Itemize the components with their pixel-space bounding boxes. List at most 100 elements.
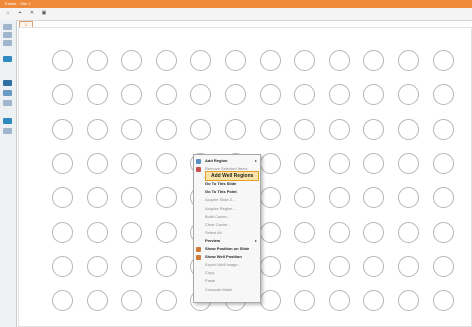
menu-item[interactable]: Show Well Position	[205, 254, 242, 259]
well[interactable]	[398, 290, 419, 312]
well[interactable]	[294, 50, 316, 71]
well[interactable]	[121, 84, 143, 106]
well[interactable]	[294, 221, 316, 243]
well[interactable]	[398, 84, 419, 106]
view-button[interactable]: ▣	[39, 10, 49, 17]
well[interactable]	[52, 50, 73, 71]
well[interactable]	[52, 221, 73, 243]
menu-item[interactable]: Clear Cache...	[205, 222, 231, 227]
well[interactable]	[432, 152, 454, 174]
well[interactable]	[86, 152, 108, 174]
menu-item[interactable]: Preview	[205, 238, 220, 243]
well[interactable]	[121, 50, 143, 71]
well[interactable]	[259, 152, 281, 174]
pan-tool-icon[interactable]	[3, 32, 12, 38]
well[interactable]	[190, 50, 212, 71]
well[interactable]	[432, 290, 454, 312]
well[interactable]	[225, 118, 246, 140]
well[interactable]	[52, 84, 73, 106]
well[interactable]	[328, 50, 350, 71]
well[interactable]	[121, 152, 143, 174]
menu-item[interactable]: Add Region	[205, 158, 227, 163]
well[interactable]	[328, 152, 350, 174]
well[interactable]	[363, 221, 385, 243]
well[interactable]	[328, 187, 350, 209]
well[interactable]	[398, 255, 419, 277]
measure-tool-icon[interactable]	[3, 90, 12, 96]
well[interactable]	[398, 50, 419, 71]
well[interactable]	[432, 255, 454, 277]
well[interactable]	[86, 255, 108, 277]
well[interactable]	[52, 187, 73, 209]
menu-item[interactable]: Copy	[205, 270, 214, 275]
well[interactable]	[86, 50, 108, 71]
slide-tool-icon[interactable]	[3, 56, 12, 62]
well[interactable]	[259, 84, 281, 106]
well[interactable]	[86, 290, 108, 312]
well[interactable]	[432, 50, 454, 71]
well[interactable]	[155, 118, 177, 140]
well[interactable]	[155, 50, 177, 71]
menu-item[interactable]: Go To This Point	[205, 189, 237, 194]
well[interactable]	[86, 118, 108, 140]
well[interactable]	[121, 118, 143, 140]
well[interactable]	[294, 152, 316, 174]
menu-item[interactable]: Show Position on Slide	[205, 246, 249, 251]
well[interactable]	[363, 290, 385, 312]
well[interactable]	[121, 290, 143, 312]
menu-item[interactable]: Acquire Slide Z...	[205, 197, 235, 202]
well[interactable]	[259, 50, 281, 71]
well[interactable]	[363, 84, 385, 106]
well[interactable]	[328, 221, 350, 243]
well[interactable]	[259, 290, 281, 312]
well[interactable]	[52, 118, 73, 140]
well[interactable]	[398, 221, 419, 243]
well[interactable]	[121, 187, 143, 209]
well[interactable]	[155, 221, 177, 243]
well[interactable]	[432, 187, 454, 209]
menu-item[interactable]: Select All	[205, 230, 221, 235]
well[interactable]	[190, 118, 212, 140]
well[interactable]	[363, 118, 385, 140]
well[interactable]	[52, 290, 73, 312]
close-button[interactable]: ✕	[27, 10, 37, 17]
well[interactable]	[52, 255, 73, 277]
well[interactable]	[190, 84, 212, 106]
well[interactable]	[363, 50, 385, 71]
well[interactable]	[432, 118, 454, 140]
camera-tool-icon[interactable]	[3, 118, 12, 124]
menu-item[interactable]: Acquire Region...	[205, 206, 236, 211]
well[interactable]	[328, 84, 350, 106]
well[interactable]	[259, 118, 281, 140]
well[interactable]	[363, 152, 385, 174]
well[interactable]	[432, 84, 454, 106]
well[interactable]	[294, 255, 316, 277]
menu-item[interactable]: Build Cache...	[205, 214, 230, 219]
well[interactable]	[121, 255, 143, 277]
menu-item[interactable]: Go To This Slide	[205, 181, 236, 186]
well[interactable]	[225, 50, 246, 71]
well[interactable]	[259, 221, 281, 243]
well[interactable]	[398, 187, 419, 209]
well[interactable]	[294, 290, 316, 312]
well[interactable]	[155, 84, 177, 106]
well[interactable]	[363, 187, 385, 209]
well[interactable]	[294, 118, 316, 140]
well[interactable]	[155, 187, 177, 209]
menu-item[interactable]: Compute Mask	[205, 287, 232, 292]
well[interactable]	[294, 84, 316, 106]
well[interactable]	[259, 187, 281, 209]
well[interactable]	[225, 84, 246, 106]
well[interactable]	[121, 221, 143, 243]
region-tool-icon[interactable]	[3, 80, 12, 86]
well[interactable]	[86, 187, 108, 209]
zoom-tool-icon[interactable]	[3, 40, 12, 46]
menu-item[interactable]: Export Well Image...	[205, 262, 241, 267]
well[interactable]	[52, 152, 73, 174]
target-button[interactable]: ⌖	[15, 10, 25, 17]
well[interactable]	[398, 152, 419, 174]
well[interactable]	[155, 255, 177, 277]
well[interactable]	[328, 255, 350, 277]
well[interactable]	[86, 84, 108, 106]
home-button[interactable]: ⌂	[3, 10, 13, 17]
